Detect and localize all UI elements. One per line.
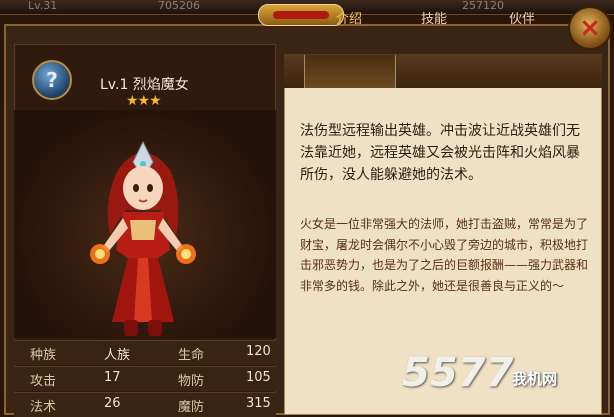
stat-value: 人族	[104, 348, 131, 363]
hero-stars: ★★★	[126, 93, 162, 109]
stat-label: 种族	[30, 348, 57, 363]
stat-value: 105	[246, 370, 271, 385]
tab-intro[interactable]: 介绍	[309, 8, 389, 27]
hero-intro-text: 法伤型远程输出英雄。冲击波让近战英雄们无法靠近她，远程英雄又会被光击阵和火焰风暴…	[300, 123, 580, 183]
hero-class-icon: ?	[32, 60, 72, 100]
stat-label: 法术	[30, 400, 57, 415]
hero-name: Lv.1 烈焰魔女	[100, 77, 189, 93]
stat-value: 26	[104, 396, 121, 411]
stat-row: 攻击 17 物防 105	[14, 366, 276, 391]
hero-portrait	[90, 140, 196, 336]
close-button[interactable]: ×	[568, 6, 612, 50]
tab-skills[interactable]: 技能	[394, 8, 474, 27]
stat-label: 物防	[178, 374, 205, 389]
player-level: Lv.31	[28, 0, 58, 12]
stat-row: 种族 人族 生命 120	[14, 340, 276, 365]
active-tab-highlight	[304, 55, 396, 88]
stat-label: 攻击	[30, 374, 57, 389]
stat-label: 魔防	[178, 400, 205, 415]
close-icon: ×	[579, 13, 601, 43]
watermark-site: 我机网	[512, 370, 558, 388]
resource-counter-left: 705206	[158, 0, 200, 12]
stat-value: 120	[246, 344, 271, 359]
stat-label: 生命	[178, 348, 205, 363]
hero-stats-table: 种族 人族 生命 120 攻击 17 物防 105 法术 26 魔防 315	[14, 340, 276, 417]
stat-row: 法术 26 魔防 315	[14, 392, 276, 417]
stat-value: 315	[246, 396, 271, 411]
stat-value: 17	[104, 370, 121, 385]
tab-partners[interactable]: 伙伴	[482, 8, 562, 27]
hero-story-text: 火女是一位非常强大的法师，她打击盗贼，常常是为了财宝，屠龙时会偶尔不小心毁了旁边…	[300, 217, 589, 293]
watermark-logo: 5577	[402, 350, 514, 396]
